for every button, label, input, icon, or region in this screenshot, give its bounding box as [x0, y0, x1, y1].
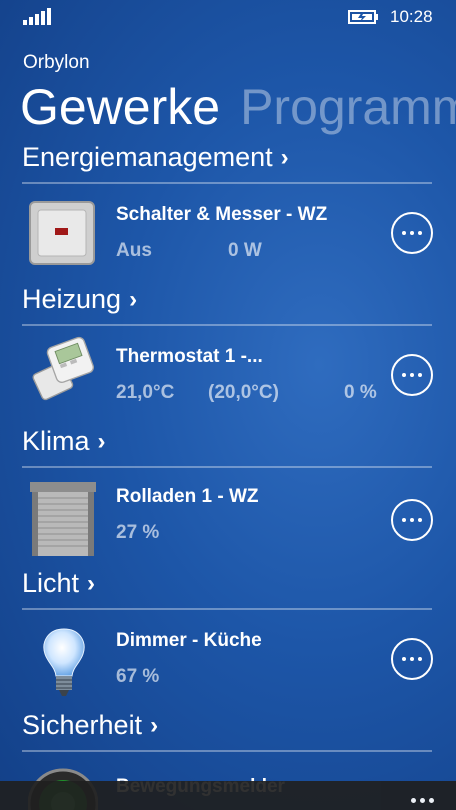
device-current-temperature: 21,0°C — [116, 382, 175, 403]
more-options-button[interactable] — [391, 638, 433, 680]
device-power: 0 W — [228, 240, 262, 261]
chevron-right-icon: › — [97, 427, 106, 455]
device-position: 27 % — [116, 522, 160, 543]
device-state: Aus — [116, 240, 152, 261]
app-bar — [0, 781, 456, 810]
section-header-sicherheit[interactable]: Sicherheit › — [22, 710, 158, 741]
more-options-button[interactable] — [391, 212, 433, 254]
section-label: Sicherheit — [22, 710, 143, 740]
clock: 10:28 — [390, 7, 433, 26]
device-name: Thermostat 1 -... — [116, 346, 263, 367]
device-name: Rolladen 1 - WZ — [116, 486, 259, 507]
chevron-right-icon: › — [129, 285, 138, 313]
signal-bars-icon — [23, 7, 51, 25]
battery-charging-icon — [348, 10, 378, 24]
divider — [22, 324, 432, 326]
device-name: Dimmer - Küche — [116, 630, 262, 651]
chevron-right-icon: › — [280, 143, 289, 171]
divider — [22, 466, 432, 468]
switch-icon — [29, 201, 95, 265]
pivot-tab-gewerke[interactable]: Gewerke — [20, 79, 220, 135]
section-header-licht[interactable]: Licht › — [22, 568, 95, 599]
light-bulb-icon — [43, 628, 85, 696]
pivot-header: Gewerke Programm — [20, 78, 456, 136]
section-label: Energiemanagement — [22, 142, 273, 172]
more-options-button[interactable] — [391, 354, 433, 396]
chevron-right-icon: › — [150, 711, 159, 739]
section-header-energiemanagement[interactable]: Energiemanagement › — [22, 142, 289, 173]
section-label: Licht — [22, 568, 80, 598]
divider — [22, 750, 432, 752]
section-label: Klima — [22, 426, 90, 456]
section-label: Heizung — [22, 284, 122, 314]
divider — [22, 182, 432, 184]
device-brightness: 67 % — [116, 666, 160, 687]
chevron-right-icon: › — [87, 569, 96, 597]
thermostat-icon — [32, 336, 94, 401]
app-bar-more-button[interactable] — [407, 790, 434, 808]
device-row-rolladen[interactable]: Rolladen 1 - WZ 27 % — [0, 482, 456, 582]
app-title: Orbylon — [23, 52, 90, 73]
device-valve-percent: 0 % — [344, 382, 377, 403]
section-header-heizung[interactable]: Heizung › — [22, 284, 137, 315]
device-target-temperature: (20,0°C) — [208, 382, 279, 403]
more-options-button[interactable] — [391, 499, 433, 541]
status-bar: 10:28 — [0, 0, 456, 34]
pivot-tab-programm[interactable]: Programm — [240, 79, 456, 135]
device-name: Schalter & Messer - WZ — [116, 204, 328, 225]
section-header-klima[interactable]: Klima › — [22, 426, 106, 457]
shutter-icon — [30, 482, 96, 556]
divider — [22, 608, 432, 610]
